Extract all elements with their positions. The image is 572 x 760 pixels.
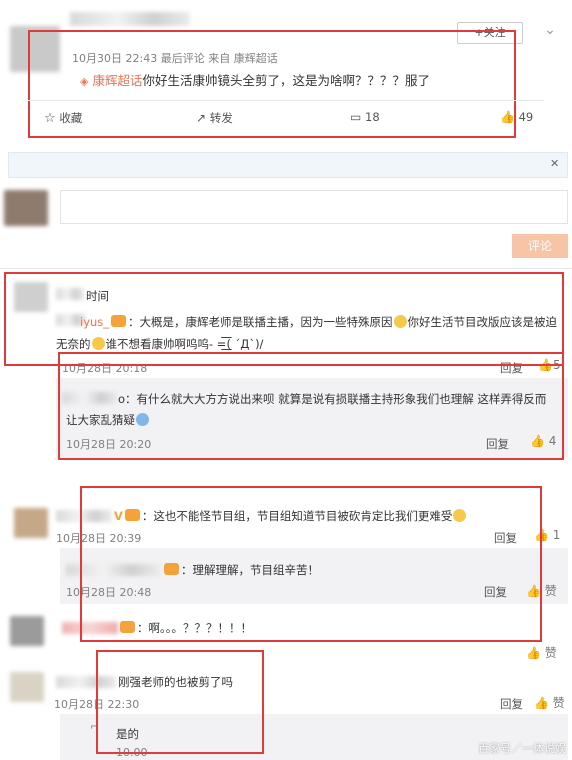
comment-input[interactable] [60,190,568,224]
highlight-reply-1 [58,352,564,460]
like-count: 49 [518,110,534,124]
thumb-up-icon: 👍 [500,110,515,124]
composer-close-icon[interactable]: ✕ [550,157,559,170]
reply-button[interactable]: 回复 [500,696,523,712]
like-button[interactable]: 👍 49 [500,110,533,124]
favorite-label: 收藏 [59,111,83,125]
favorite-button[interactable]: ☆ 收藏 [44,110,82,126]
comment-like-button[interactable]: 👍 赞 [526,644,557,661]
highlight-comment-2-3 [80,486,542,642]
repost-icon: ↗ [196,111,207,125]
comment-icon: ▭ [350,110,362,124]
comment-count: 18 [365,110,380,124]
comment-avatar[interactable] [10,672,44,702]
comment-button[interactable]: ▭ 18 [350,110,380,124]
thumb-up-icon: 👍 [526,646,541,660]
submit-comment-button[interactable]: 评论 [512,234,568,258]
comment-like-button[interactable]: 👍 赞 [534,694,565,711]
repost-button[interactable]: ↗ 转发 [196,110,233,126]
watermark: 百家号／一体说娱 [478,742,566,755]
composer-avatar [4,190,48,226]
post-author-name-redacted [70,12,190,26]
thumb-up-icon: 👍 [534,696,549,710]
repost-label: 转发 [209,111,233,125]
composer-bar [8,152,568,178]
post-menu-chevron-icon[interactable]: ⌄ [540,20,560,40]
highlight-comment-4 [96,650,264,754]
star-icon: ☆ [44,111,56,126]
highlight-post [28,30,516,138]
comment-avatar[interactable] [10,616,44,646]
submit-comment-label: 评论 [527,239,552,253]
comment-avatar[interactable] [14,508,48,538]
